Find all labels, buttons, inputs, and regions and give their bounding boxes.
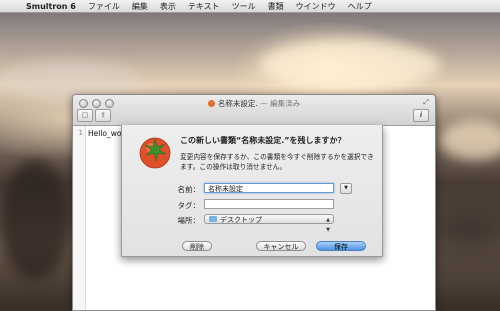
toolbar-documents-button[interactable]: ▢ (77, 109, 93, 122)
dialog-title: この新しい書類“名称未設定.”を残しますか？ (180, 136, 346, 145)
menu-text[interactable]: テキスト (182, 1, 226, 12)
location-popup[interactable]: デスクトップ ▲ ▼ (204, 214, 334, 233)
wallpaper-cloud (0, 160, 70, 280)
folder-icon (209, 216, 217, 222)
expand-dialog-button[interactable]: ▼ (340, 183, 352, 194)
smultron-app-icon (139, 137, 171, 169)
info-icon: i (419, 111, 423, 119)
save-button[interactable]: 保存 (316, 241, 366, 251)
chevron-down-icon: ▼ (344, 185, 348, 191)
line-number-gutter: 1 (73, 126, 86, 310)
window-title-text: 名称未設定. (217, 99, 258, 108)
menu-tools[interactable]: ツール (226, 1, 262, 12)
documents-icon: ▢ (81, 111, 89, 119)
save-dialog-sheet: この新しい書類“名称未設定.”を残しますか？ 変更内容を保存するか、この書類を今… (121, 125, 383, 257)
menu-file[interactable]: ファイル (82, 1, 126, 12)
wallpaper-cloud (260, 40, 440, 90)
name-label: 名前： (177, 185, 201, 194)
wallpaper-cloud (440, 120, 500, 160)
tags-field[interactable] (204, 199, 334, 209)
menu-bar: Smultron 6 ファイル 編集 表示 テキスト ツール 書類 ウインドウ … (0, 0, 500, 13)
delete-button[interactable]: 削除 (182, 241, 212, 251)
location-label: 場所： (177, 216, 201, 225)
dialog-message: 変更内容を保存するか、この書類を今すぐ削除するかを選択できます。この操作は取り消… (180, 153, 374, 171)
fullscreen-icon[interactable]: ⤢ (423, 98, 429, 107)
menu-edit[interactable]: 編集 (126, 1, 154, 12)
tags-label: タグ： (177, 201, 201, 210)
location-value: デスクトップ (220, 216, 262, 224)
menu-view[interactable]: 表示 (154, 1, 182, 12)
cancel-button[interactable]: キャンセル (256, 241, 306, 251)
menu-app-name[interactable]: Smultron 6 (20, 2, 82, 11)
menu-document[interactable]: 書類 (262, 1, 290, 12)
name-field[interactable]: 名称未設定 (204, 183, 334, 193)
document-icon (207, 100, 215, 107)
toolbar-info-button[interactable]: i (413, 109, 429, 122)
menu-help[interactable]: ヘルプ (342, 1, 378, 12)
popup-arrows-icon: ▲ ▼ (326, 217, 330, 233)
window-titlebar: 名称未設定. — 編集済み ⤢ ▢ ⇪ i (73, 95, 435, 126)
menu-window[interactable]: ウインドウ (290, 1, 342, 12)
toolbar-share-button[interactable]: ⇪ (95, 109, 111, 122)
share-icon: ⇪ (100, 111, 106, 119)
edited-status: — 編集済み (257, 99, 301, 108)
line-number: 1 (78, 129, 83, 137)
window-title: 名称未設定. — 編集済み (73, 98, 435, 109)
